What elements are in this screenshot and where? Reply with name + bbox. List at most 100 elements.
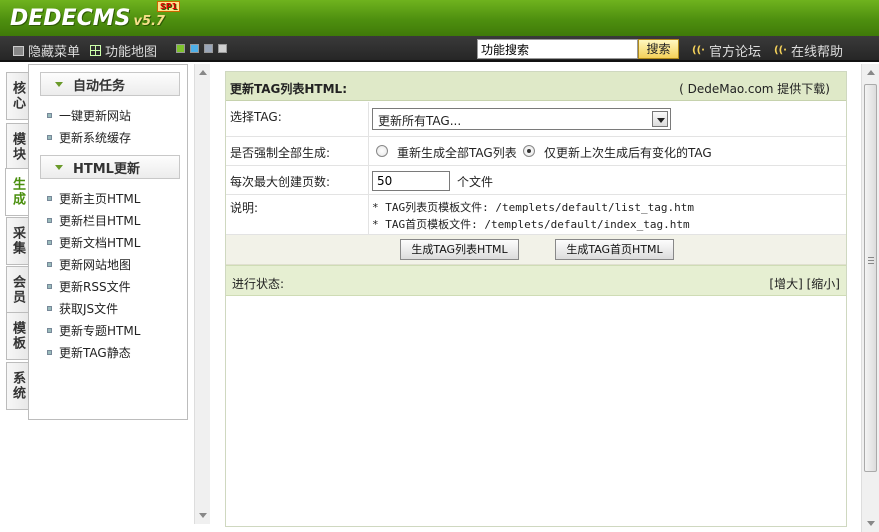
max-pages-label: 每次最大创建页数: [230,175,331,189]
hide-menu-icon [13,45,24,56]
scroll-up-icon[interactable] [199,70,207,75]
section-title: HTML更新 [73,161,140,177]
generate-tag-index-button[interactable]: 生成TAG首页HTML [555,239,674,260]
forum-label: 官方论坛 [708,45,761,60]
official-forum-link[interactable]: ((· 官方论坛 [692,41,761,60]
tab-collect[interactable]: 采集 [6,217,28,265]
radio-update-changed[interactable] [523,145,535,157]
shrink-link[interactable]: [缩小] [807,277,840,291]
logo-version: v5.7 [133,14,165,29]
bullet-icon [47,240,52,245]
menu-item-get-js[interactable]: 获取JS文件 [47,300,118,317]
row-notes: 说明: * TAG列表页模板文件: /templets/default/list… [226,195,846,235]
status-bar: 进行状态: [增大] [缩小] [226,265,846,296]
menu-item-label: 更新文档HTML [59,236,141,250]
tab-generate[interactable]: 生成 [5,168,29,216]
select-tag-label: 选择TAG: [230,110,282,124]
scroll-thumb[interactable] [864,84,877,472]
left-scrollbar[interactable] [194,64,210,524]
menu-item-update-column[interactable]: 更新栏目HTML [47,212,140,229]
section-auto-tasks[interactable]: 自动任务 [40,72,180,96]
row-divider [368,195,369,234]
right-scrollbar[interactable] [861,64,879,532]
page-title: 更新TAG列表HTML: [230,82,348,96]
menu-item-update-sitemap[interactable]: 更新网站地图 [47,256,131,273]
generate-tag-list-button[interactable]: 生成TAG列表HTML [400,239,519,260]
bullet-icon [47,284,52,289]
bullet-icon [47,113,52,118]
menu-item-label: 更新系统缓存 [59,131,132,145]
tab-templates[interactable]: 模板 [6,312,28,360]
help-label: 在线帮助 [790,45,843,60]
menu-item-update-tag[interactable]: 更新TAG静态 [47,344,131,361]
tab-system[interactable]: 系统 [6,362,28,410]
signal-icon: ((· [692,45,705,56]
menu-item-update-cache[interactable]: 更新系统缓存 [47,129,131,146]
left-menu-panel: 自动任务 一键更新网站 更新系统缓存 HTML更新 更新主页HTML 更新栏目H… [28,64,188,420]
online-help-link[interactable]: ((· 在线帮助 [774,41,843,60]
bullet-icon [47,135,52,140]
action-bar: 生成TAG列表HTML 生成TAG首页HTML [226,235,846,265]
menu-item-update-rss[interactable]: 更新RSS文件 [47,278,131,295]
sp-badge: SP1 [157,1,181,12]
row-divider [368,102,369,136]
dedecms-logo: DEDECMS v5.7 SP1 [10,1,181,31]
theme-swatch-gray[interactable] [218,44,227,53]
section-html-update[interactable]: HTML更新 [40,155,180,179]
grid-icon [90,45,101,56]
tab-modules[interactable]: 模块 [6,123,28,171]
bullet-icon [47,262,52,267]
main-content: 更新TAG列表HTML: ( DedeMao.com 提供下载) 选择TAG: … [225,71,847,527]
bullet-icon [47,306,52,311]
theme-swatch-blue[interactable] [190,44,199,53]
menu-bar: 隐藏菜单 功能地图 搜索 ((· 官方论坛 ((· 在线帮助 [0,36,879,62]
function-map-button[interactable]: 功能地图 [90,41,157,60]
radio-regenerate-all[interactable] [376,145,388,157]
top-header: DEDECMS v5.7 SP1 [0,0,879,36]
tab-members[interactable]: 会员 [6,266,28,314]
section-title: 自动任务 [73,78,126,94]
radio-regenerate-all-label: 重新生成全部TAG列表 [397,146,517,160]
max-pages-unit: 个文件 [457,175,494,189]
menu-item-label: 更新RSS文件 [59,280,131,294]
bullet-icon [47,350,52,355]
function-search-input[interactable] [477,39,638,59]
scroll-down-icon[interactable] [867,521,875,526]
theme-swatch-slate[interactable] [204,44,213,53]
chevron-down-icon[interactable] [652,111,668,127]
menu-item-label: 更新专题HTML [59,324,141,338]
menu-item-update-site[interactable]: 一键更新网站 [47,107,131,124]
tag-select[interactable]: 更新所有TAG... [372,108,671,130]
menu-item-label: 获取JS文件 [59,302,119,316]
menu-item-label: 更新TAG静态 [59,346,131,360]
max-pages-input[interactable] [372,171,450,191]
note-index-template: * TAG首页模板文件: /templets/default/index_tag… [372,218,690,231]
bullet-icon [47,218,52,223]
size-controls: [增大] [缩小] [769,275,840,292]
tab-core[interactable]: 核心 [6,72,28,120]
hide-menu-button[interactable]: 隐藏菜单 [13,41,80,60]
search-button[interactable]: 搜索 [638,39,679,59]
note-label: 说明: [230,201,259,215]
bullet-icon [47,328,52,333]
page-title-bar: 更新TAG列表HTML: ( DedeMao.com 提供下载) [226,72,846,101]
row-max-pages: 每次最大创建页数: 个文件 [226,166,846,195]
row-divider [368,166,369,194]
theme-swatch-green[interactable] [176,44,185,53]
menu-item-update-topic[interactable]: 更新专题HTML [47,322,140,339]
scroll-up-icon[interactable] [867,70,875,75]
menu-item-label: 更新主页HTML [59,192,141,206]
logo-text: DEDECMS [10,6,131,31]
vertical-tab-strip: 核心 模块 生成 采集 会员 模板 系统 [0,64,30,524]
hide-menu-label: 隐藏菜单 [28,45,81,60]
enlarge-link[interactable]: [增大] [769,277,802,291]
menu-item-label: 更新栏目HTML [59,214,141,228]
scroll-down-icon[interactable] [199,513,207,518]
row-select-tag: 选择TAG: 更新所有TAG... [226,102,846,137]
force-label: 是否强制全部生成: [230,146,331,160]
signal-icon: ((· [774,45,787,56]
menu-item-update-home[interactable]: 更新主页HTML [47,190,140,207]
menu-item-label: 一键更新网站 [59,109,132,123]
menu-item-update-document[interactable]: 更新文档HTML [47,234,140,251]
function-map-label: 功能地图 [105,45,158,60]
